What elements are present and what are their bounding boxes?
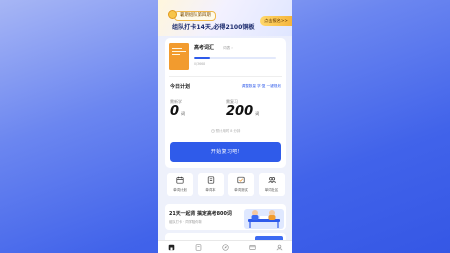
progress-bar <box>194 57 276 60</box>
study-group-illustration <box>244 209 284 229</box>
wordlist-link[interactable]: 词表 › <box>223 46 233 51</box>
promo-tag: 暑期组队第四期 <box>174 11 216 21</box>
shortcut-community[interactable]: 单词社区 <box>258 173 285 196</box>
promo-headline[interactable]: 组队打卡14天,必得2100铜板 <box>172 22 255 31</box>
divider <box>169 76 282 77</box>
message-icon[interactable] <box>248 244 256 251</box>
review-words-count: 200 词 <box>226 105 259 121</box>
new-count-value: 0 <box>170 104 180 119</box>
shortcut-wordbook[interactable]: 单词本 <box>197 173 224 196</box>
shortcut-test[interactable]: 单词测试 <box>228 173 254 196</box>
new-count-unit: 词 <box>181 111 186 116</box>
home-icon[interactable] <box>168 244 175 251</box>
test-icon <box>237 176 245 184</box>
plan-title: 今日计划 <box>170 84 191 90</box>
discover-icon[interactable] <box>221 244 229 251</box>
review-count-unit: 词 <box>255 111 260 116</box>
book-title[interactable]: 高考词汇 <box>194 44 214 51</box>
start-review-button[interactable]: 开始复习吧! <box>170 142 281 162</box>
shortcut-label: 单词测试 <box>234 188 248 192</box>
banner-title: 21天一起背 搞定高考800词 <box>169 211 232 217</box>
progress-fill <box>194 57 211 60</box>
calendar-icon <box>176 176 184 184</box>
group-study-banner[interactable]: 21天一起背 搞定高考800词 组队打卡 · 同学陪你背 <box>165 204 286 230</box>
banner-subtitle: 组队打卡 · 同学陪你背 <box>169 220 202 224</box>
book-icon[interactable] <box>195 244 202 251</box>
review-count-value: 200 <box>226 104 254 119</box>
progress-text: 0/3668 <box>194 62 206 66</box>
community-icon <box>267 177 276 183</box>
shortcut-label: 单词计划 <box>173 188 187 192</box>
book-cover[interactable] <box>169 43 189 70</box>
adjust-plan-link[interactable]: 调整数量 学·复 一键规划 <box>242 84 281 89</box>
today-plan-card: 高考词汇 词表 › 0/3668 今日计划 调整数量 学·复 一键规划 需新学 … <box>165 38 286 168</box>
time-estimate-text: 预计用时 8 分钟 <box>215 129 241 133</box>
signup-button[interactable]: 点击报名>> <box>260 16 292 26</box>
wordbook-icon <box>207 176 214 184</box>
phone-screen: 暑期组队第四期 组队打卡14天,必得2100铜板 点击报名>> 高考词汇 词表 … <box>158 0 292 253</box>
coin-icon <box>168 10 177 19</box>
shortcut-label: 单词社区 <box>264 188 279 192</box>
new-words-count: 0词 <box>170 105 185 121</box>
clock-icon <box>210 129 215 133</box>
shortcut-label: 单词本 <box>205 188 216 192</box>
time-estimate: 预计用时 8 分钟 <box>165 128 286 133</box>
bottom-nav <box>158 240 292 253</box>
profile-icon[interactable] <box>276 244 283 251</box>
shortcut-plan[interactable]: 单词计划 <box>167 173 193 196</box>
